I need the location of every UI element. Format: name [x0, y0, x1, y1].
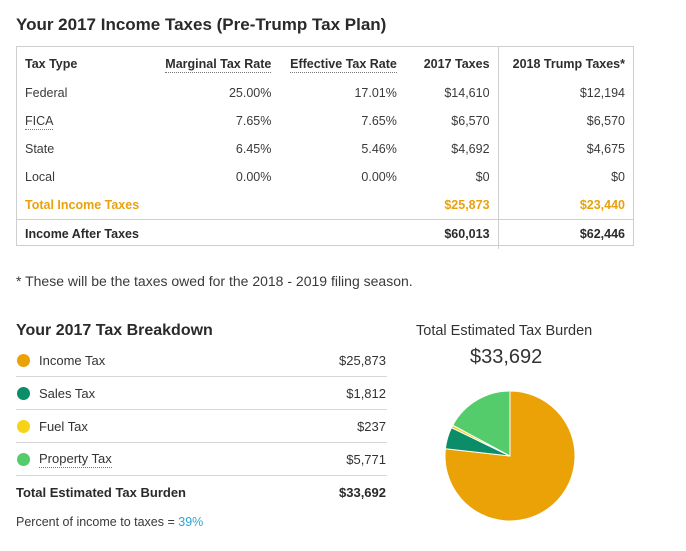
header-effective-rate[interactable]: Effective Tax Rate	[279, 47, 405, 79]
row-local-effective: 0.00%	[361, 170, 397, 184]
row-federal-2017: $14,610	[404, 79, 499, 107]
total-tax-burden-row: Total Estimated Tax Burden $33,692	[16, 476, 387, 509]
row-state-type: State	[25, 142, 55, 156]
row-fica-marginal: 7.65%	[235, 114, 272, 128]
property-tax-legend-dot	[17, 452, 30, 466]
tax-burden-pie-chart	[444, 390, 576, 522]
row-state-effective: 5.46%	[361, 142, 397, 156]
total-income-taxes-label: Total Income Taxes	[25, 197, 140, 212]
header-tax-type: Tax Type	[25, 57, 78, 71]
table-row: FICA 7.65% 7.65% $6,570 $6,570	[17, 107, 633, 135]
table-row: Federal 25.00% 17.01% $14,610 $12,194	[17, 79, 633, 107]
income-after-taxes-label: Income After Taxes	[17, 218, 158, 249]
row-fica-2018: $6,570	[586, 114, 625, 128]
header-effective-rate-label[interactable]: Effective Tax Rate	[290, 57, 397, 73]
tax-breakdown-title: Your 2017 Tax Breakdown	[16, 322, 213, 339]
row-local-2017: $0	[404, 163, 499, 191]
income-after-taxes-row: Income After Taxes $60,013 $62,446	[17, 218, 633, 249]
header-marginal-rate-label[interactable]: Marginal Tax Rate	[165, 57, 272, 73]
property-tax-link[interactable]: Property Tax	[39, 451, 112, 468]
pie-chart-svg	[444, 390, 576, 522]
list-item: Fuel Tax $237	[16, 410, 387, 443]
fuel-tax-legend-dot	[17, 419, 30, 433]
total-tax-burden-value: $33,692	[339, 485, 386, 500]
row-state-2017: $4,692	[404, 135, 499, 163]
percent-income-value: 39%	[178, 515, 204, 529]
row-federal-2018: $12,194	[579, 86, 625, 100]
table-header-row: Tax Type Marginal Tax Rate Effective Tax…	[17, 47, 633, 79]
income-after-taxes-2018: $62,446	[498, 218, 633, 249]
list-item: Sales Tax $1,812	[16, 377, 387, 410]
row-fica-type[interactable]: FICA	[17, 107, 157, 135]
header-2017-taxes: 2017 Taxes	[404, 47, 499, 79]
row-federal-type: Federal	[25, 86, 68, 100]
percent-income-label: Percent of income to taxes =	[16, 515, 179, 529]
income-tax-label: Income Tax	[39, 352, 106, 368]
row-fica-2017: $6,570	[404, 107, 499, 135]
header-2018-trump-taxes: 2018 Trump Taxes*	[512, 57, 625, 71]
total-income-taxes-row: Total Income Taxes $25,873 $23,440	[17, 191, 633, 219]
sales-tax-label: Sales Tax	[39, 385, 96, 401]
total-tax-burden-label: Total Estimated Tax Burden	[16, 485, 186, 500]
pie-chart-amount: $33,692	[470, 346, 543, 368]
filing-season-footnote: * These will be the taxes owed for the 2…	[16, 273, 413, 289]
fica-link[interactable]: FICA	[25, 114, 54, 130]
sales-tax-value: $1,812	[346, 385, 386, 401]
page-title: Your 2017 Income Taxes (Pre-Trump Tax Pl…	[16, 15, 387, 34]
property-tax-value: $5,771	[346, 451, 386, 467]
table-row: State 6.45% 5.46% $4,692 $4,675	[17, 135, 633, 163]
row-local-marginal: 0.00%	[235, 170, 272, 184]
header-marginal-rate[interactable]: Marginal Tax Rate	[157, 47, 279, 79]
row-state-2018: $4,675	[586, 142, 625, 156]
list-item: Income Tax $25,873	[16, 344, 387, 377]
income-tax-value: $25,873	[339, 352, 386, 368]
income-taxes-table: Tax Type Marginal Tax Rate Effective Tax…	[16, 46, 634, 249]
pie-chart-title: Total Estimated Tax Burden	[416, 323, 593, 339]
income-after-taxes-2017: $60,013	[404, 218, 499, 249]
row-fica-effective: 7.65%	[361, 114, 397, 128]
row-state-marginal: 6.45%	[235, 142, 272, 156]
row-local-2018: $0	[611, 170, 625, 184]
list-item: Property Tax $5,771	[16, 443, 387, 476]
tax-breakdown-list: Income Tax $25,873 Sales Tax $1,812 Fuel…	[16, 344, 387, 509]
sales-tax-legend-dot	[17, 386, 30, 400]
fuel-tax-label: Fuel Tax	[39, 418, 88, 434]
total-income-taxes-2018: $23,440	[579, 197, 625, 212]
income-tax-legend-dot	[17, 353, 30, 367]
row-federal-marginal: 25.00%	[228, 86, 272, 100]
row-federal-effective: 17.01%	[354, 86, 397, 100]
percent-income-to-taxes: Percent of income to taxes = 39%	[16, 515, 203, 529]
table-row: Local 0.00% 0.00% $0 $0	[17, 163, 633, 191]
fuel-tax-value: $237	[357, 418, 386, 434]
total-income-taxes-2017: $25,873	[404, 191, 499, 219]
row-local-type: Local	[25, 170, 55, 184]
